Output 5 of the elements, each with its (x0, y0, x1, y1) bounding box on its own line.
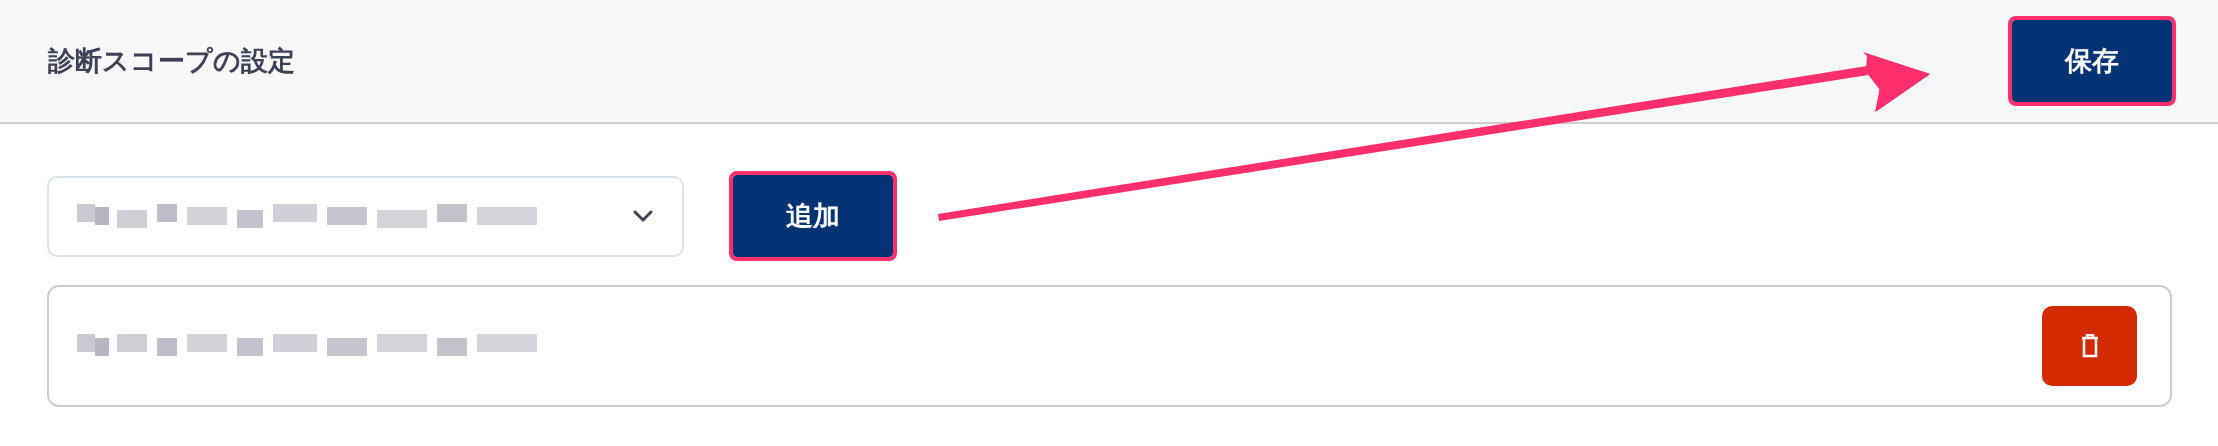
trash-icon (2080, 334, 2099, 358)
select-field[interactable] (47, 175, 684, 257)
page-title: 診断スコープの設定 (48, 44, 295, 78)
delete-button[interactable] (2042, 306, 2137, 386)
chevron-down-icon (632, 209, 654, 223)
